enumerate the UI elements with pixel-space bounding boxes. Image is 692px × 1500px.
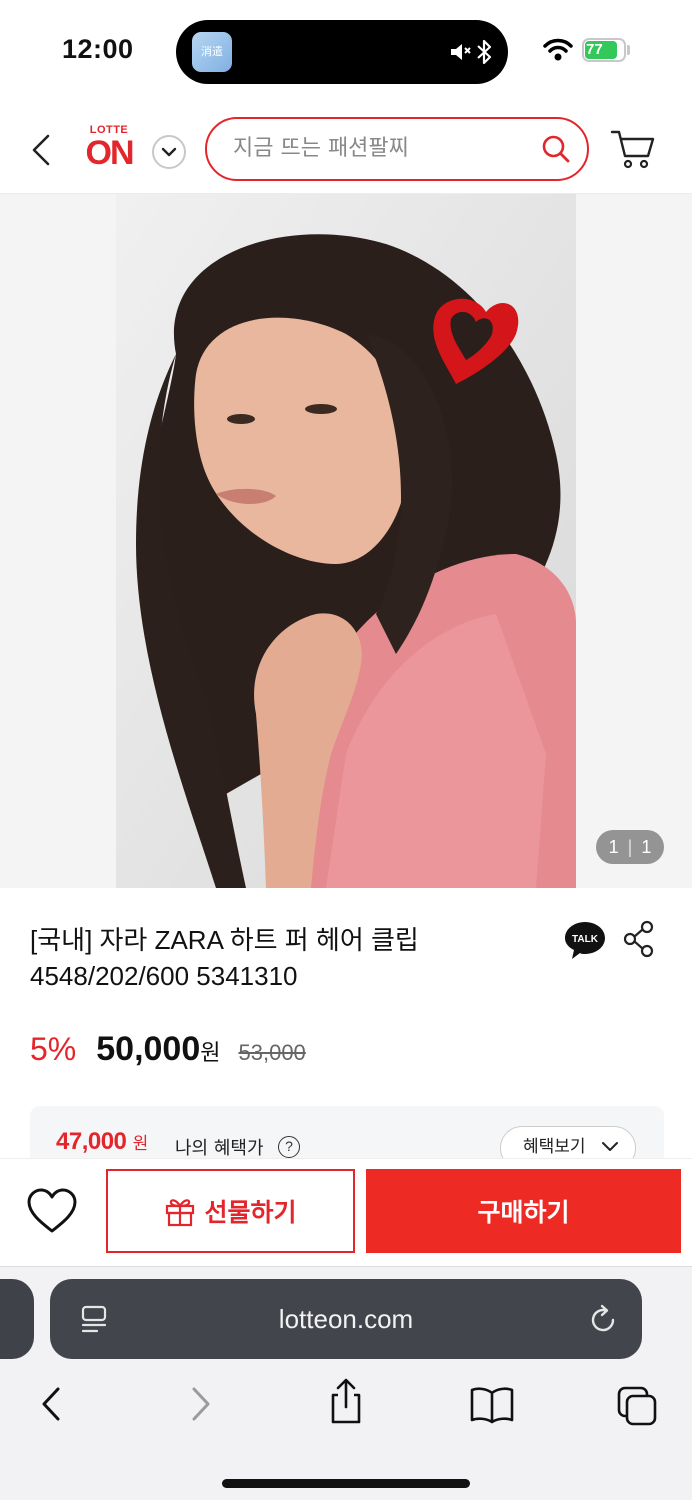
- sale-price-currency: 원: [200, 1040, 221, 1065]
- benefit-price-currency: 원: [132, 1134, 149, 1153]
- home-indicator[interactable]: [222, 1479, 470, 1488]
- wifi-icon: [543, 38, 573, 61]
- lotte-on-logo[interactable]: LOTTE ON: [80, 124, 138, 176]
- benefit-price-box: 47,000 원 나의 혜택가 ? 혜택보기: [30, 1106, 664, 1158]
- battery-indicator: 77: [582, 38, 626, 62]
- product-title-line1: [국내] 자라 ZARA 하트 퍼 헤어 클립: [30, 925, 419, 955]
- battery-percent: 77: [586, 41, 603, 58]
- buy-label: 구매하기: [477, 1198, 570, 1227]
- mall-dropdown-button[interactable]: [152, 135, 186, 169]
- bookmarks-button[interactable]: [468, 1385, 516, 1429]
- chevron-down-icon: [602, 1142, 618, 1151]
- island-icons: [448, 36, 492, 68]
- benefit-price: 47,000 원: [56, 1128, 148, 1156]
- address-bar[interactable]: lotteon.com: [50, 1279, 642, 1359]
- benefit-price-value: 47,000: [56, 1128, 127, 1155]
- chevron-down-icon: [161, 147, 177, 157]
- image-counter-current: 1: [608, 837, 619, 857]
- dynamic-island[interactable]: 消遣: [176, 20, 508, 84]
- product-title-line2: 4548/202/600 5341310: [30, 961, 298, 991]
- gift-button[interactable]: 선물하기: [106, 1169, 355, 1253]
- image-counter: 1 | 1: [596, 830, 664, 864]
- search-input[interactable]: 지금 뜨는 패션팔찌: [205, 117, 589, 181]
- heart-icon[interactable]: [26, 1187, 78, 1235]
- chevron-right-icon: [192, 1387, 210, 1421]
- original-price: 53,000: [238, 1040, 306, 1065]
- help-icon[interactable]: ?: [278, 1136, 300, 1158]
- gift-icon: [166, 1199, 195, 1227]
- view-benefits-button[interactable]: 혜택보기: [500, 1126, 636, 1158]
- benefit-label: 나의 혜택가: [175, 1138, 264, 1158]
- buy-button[interactable]: 구매하기: [366, 1169, 681, 1253]
- cart-icon[interactable]: [610, 128, 656, 172]
- previous-tab-edge[interactable]: [0, 1279, 34, 1359]
- sale-price: 50,000: [96, 1030, 201, 1068]
- browser-back-button[interactable]: [38, 1385, 64, 1427]
- image-counter-total: 1: [641, 837, 652, 857]
- browser-toolbar: lotteon.com: [0, 1266, 692, 1500]
- share-icon[interactable]: [622, 920, 656, 958]
- battery-cap: [627, 45, 630, 55]
- talk-chat-icon[interactable]: TALK: [564, 920, 606, 960]
- now-playing-thumbnail: 消遣: [192, 32, 232, 72]
- book-icon: [470, 1387, 514, 1424]
- talk-label: TALK: [572, 934, 599, 945]
- page-menu-icon[interactable]: [80, 1304, 108, 1334]
- product-image-gallery[interactable]: 1 | 1: [0, 194, 692, 888]
- purchase-action-bar: 선물하기 구매하기: [0, 1158, 692, 1266]
- browser-nav-row: [0, 1377, 692, 1433]
- product-title: [국내] 자라 ZARA 하트 퍼 헤어 클립 4548/202/600 534…: [30, 922, 550, 994]
- share-up-icon: [331, 1378, 361, 1424]
- url-text: lotteon.com: [278, 1304, 414, 1334]
- back-button[interactable]: [26, 130, 56, 170]
- gift-label: 선물하기: [204, 1198, 297, 1227]
- model-photo-illustration: [116, 194, 576, 888]
- tabs-icon: [617, 1386, 657, 1426]
- discount-rate: 5%: [30, 1031, 77, 1067]
- price-row: 5% 50,000 원 53,000: [30, 1030, 306, 1074]
- chevron-left-icon: [42, 1387, 60, 1421]
- status-time: 12:00: [62, 34, 134, 64]
- share-button[interactable]: [326, 1377, 366, 1429]
- view-benefits-label: 혜택보기: [523, 1137, 586, 1157]
- reload-icon[interactable]: [588, 1303, 618, 1335]
- search-icon[interactable]: [541, 134, 571, 164]
- product-photo: [116, 194, 576, 888]
- speaker-icon: [451, 44, 471, 60]
- search-placeholder: 지금 뜨는 패션팔찌: [233, 136, 409, 161]
- bluetooth-icon: [477, 39, 492, 65]
- browser-forward-button[interactable]: [188, 1385, 214, 1427]
- logo-on-text: ON: [85, 134, 135, 172]
- tabs-button[interactable]: [616, 1385, 660, 1433]
